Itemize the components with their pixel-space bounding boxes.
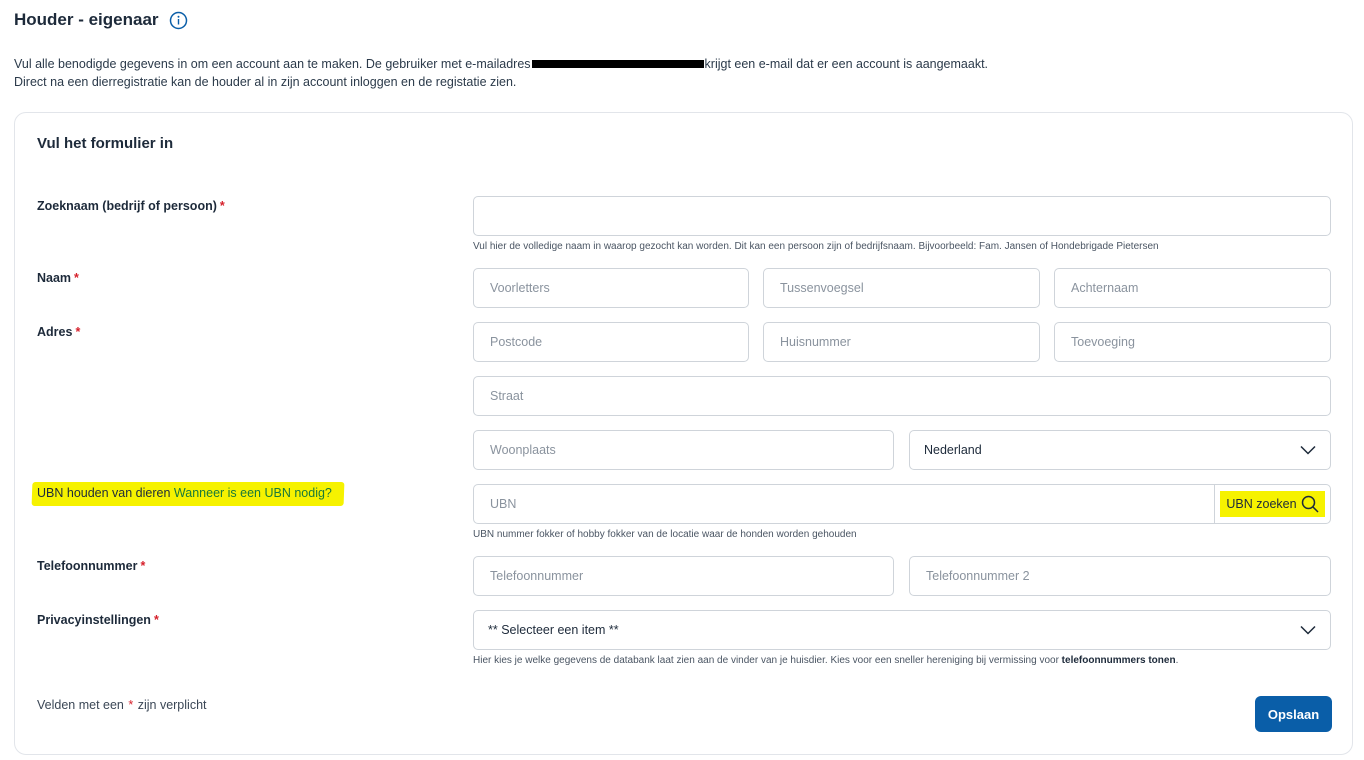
chevron-down-icon: [1300, 445, 1316, 455]
search-icon: [1301, 495, 1319, 513]
ubn-help: UBN nummer fokker of hobby fokker van de…: [473, 529, 857, 540]
land-select-value: Nederland: [924, 443, 982, 457]
huisnummer-field[interactable]: [763, 322, 1040, 362]
straat-field[interactable]: [473, 376, 1331, 416]
tussenvoegsel-field[interactable]: [763, 268, 1040, 308]
ubn-field[interactable]: UBN zoeken: [473, 484, 1331, 524]
privacy-label: Privacyinstellingen *: [37, 613, 159, 627]
required-marker: *: [74, 271, 79, 285]
page-title: Houder - eigenaar: [14, 10, 159, 29]
footer-note-end: zijn verplicht: [137, 698, 207, 712]
achternaam-input[interactable]: [1069, 280, 1316, 296]
huisnummer-input[interactable]: [778, 334, 1025, 350]
save-button[interactable]: Opslaan: [1255, 696, 1332, 732]
telefoon2-input[interactable]: [924, 568, 1316, 584]
zoeknaam-help: Vul hier de volledige naam in waarop gez…: [473, 241, 1159, 252]
zoeknaam-label: Zoeknaam (bedrijf of persoon) *: [37, 199, 225, 213]
privacy-label-text: Privacyinstellingen: [37, 613, 151, 627]
adres-label-text: Adres: [37, 325, 73, 339]
ubn-search-button[interactable]: UBN zoeken: [1214, 485, 1330, 523]
zoeknaam-field[interactable]: [473, 196, 1331, 236]
intro-line-2: Direct na een dierregistratie kan de hou…: [14, 75, 517, 89]
voorletters-input[interactable]: [488, 280, 734, 296]
land-select[interactable]: Nederland: [909, 430, 1331, 470]
privacy-select-value: ** Selecteer een item **: [488, 623, 619, 637]
footer-note-start: Velden met een: [37, 698, 124, 712]
privacy-help: Hier kies je welke gegevens de databank …: [473, 655, 1178, 666]
intro-text: Vul alle benodigde gegevens in om een ac…: [14, 55, 988, 91]
privacy-select[interactable]: ** Selecteer een item **: [473, 610, 1331, 650]
adres-label: Adres *: [37, 325, 80, 339]
ubn-search-button-inner: UBN zoeken: [1220, 491, 1325, 517]
redacted-email: [531, 59, 704, 68]
required-marker: *: [153, 613, 159, 627]
tussenvoegsel-input[interactable]: [778, 280, 1025, 296]
privacy-help-bold: telefoonnummers tonen: [1061, 655, 1176, 666]
required-marker: *: [128, 698, 134, 712]
zoeknaam-label-text: Zoeknaam (bedrijf of persoon): [37, 199, 217, 213]
toevoeging-input[interactable]: [1069, 334, 1316, 350]
ubn-input[interactable]: [488, 496, 1208, 512]
page: Houder - eigenaar Vul alle benodigde geg…: [0, 0, 1364, 760]
voorletters-field[interactable]: [473, 268, 749, 308]
achternaam-field[interactable]: [1054, 268, 1331, 308]
required-fields-note: Velden met een * zijn verplicht: [37, 698, 207, 712]
naam-label-text: Naam: [37, 271, 72, 285]
form-title: Vul het formulier in: [37, 135, 174, 152]
info-icon[interactable]: [169, 11, 188, 30]
chevron-down-icon: [1300, 625, 1316, 635]
form-card: Vul het formulier in Zoeknaam (bedrijf o…: [14, 112, 1353, 755]
ubn-label-text: UBN houden van dieren: [37, 486, 171, 500]
zoeknaam-input[interactable]: [488, 208, 1316, 224]
ubn-info-link[interactable]: Wanneer is een UBN nodig?: [174, 486, 332, 500]
ubn-label: UBN houden van dieren Wanneer is een UBN…: [37, 486, 332, 500]
telefoon2-field[interactable]: [909, 556, 1331, 596]
page-header: Houder - eigenaar: [14, 10, 188, 30]
woonplaats-field[interactable]: [473, 430, 894, 470]
straat-input[interactable]: [488, 388, 1316, 404]
telefoon-input[interactable]: [488, 568, 879, 584]
woonplaats-input[interactable]: [488, 442, 879, 458]
privacy-help-text: Hier kies je welke gegevens de databank …: [473, 655, 1062, 666]
privacy-help-end: .: [1175, 655, 1179, 666]
telefoon-field[interactable]: [473, 556, 894, 596]
intro-line-1-start: Vul alle benodigde gegevens in om een ac…: [14, 57, 531, 71]
telefoon-label-text: Telefoonnummer: [37, 559, 138, 573]
toevoeging-field[interactable]: [1054, 322, 1331, 362]
telefoon-label: Telefoonnummer *: [37, 559, 145, 573]
required-marker: *: [75, 325, 81, 339]
postcode-field[interactable]: [473, 322, 749, 362]
required-marker: *: [219, 199, 225, 213]
intro-line-1-end: krijgt een e-mail dat er een account is …: [704, 57, 989, 71]
required-marker: *: [140, 559, 146, 573]
postcode-input[interactable]: [488, 334, 734, 350]
naam-label: Naam *: [37, 271, 79, 285]
ubn-search-label: UBN zoeken: [1226, 497, 1297, 511]
